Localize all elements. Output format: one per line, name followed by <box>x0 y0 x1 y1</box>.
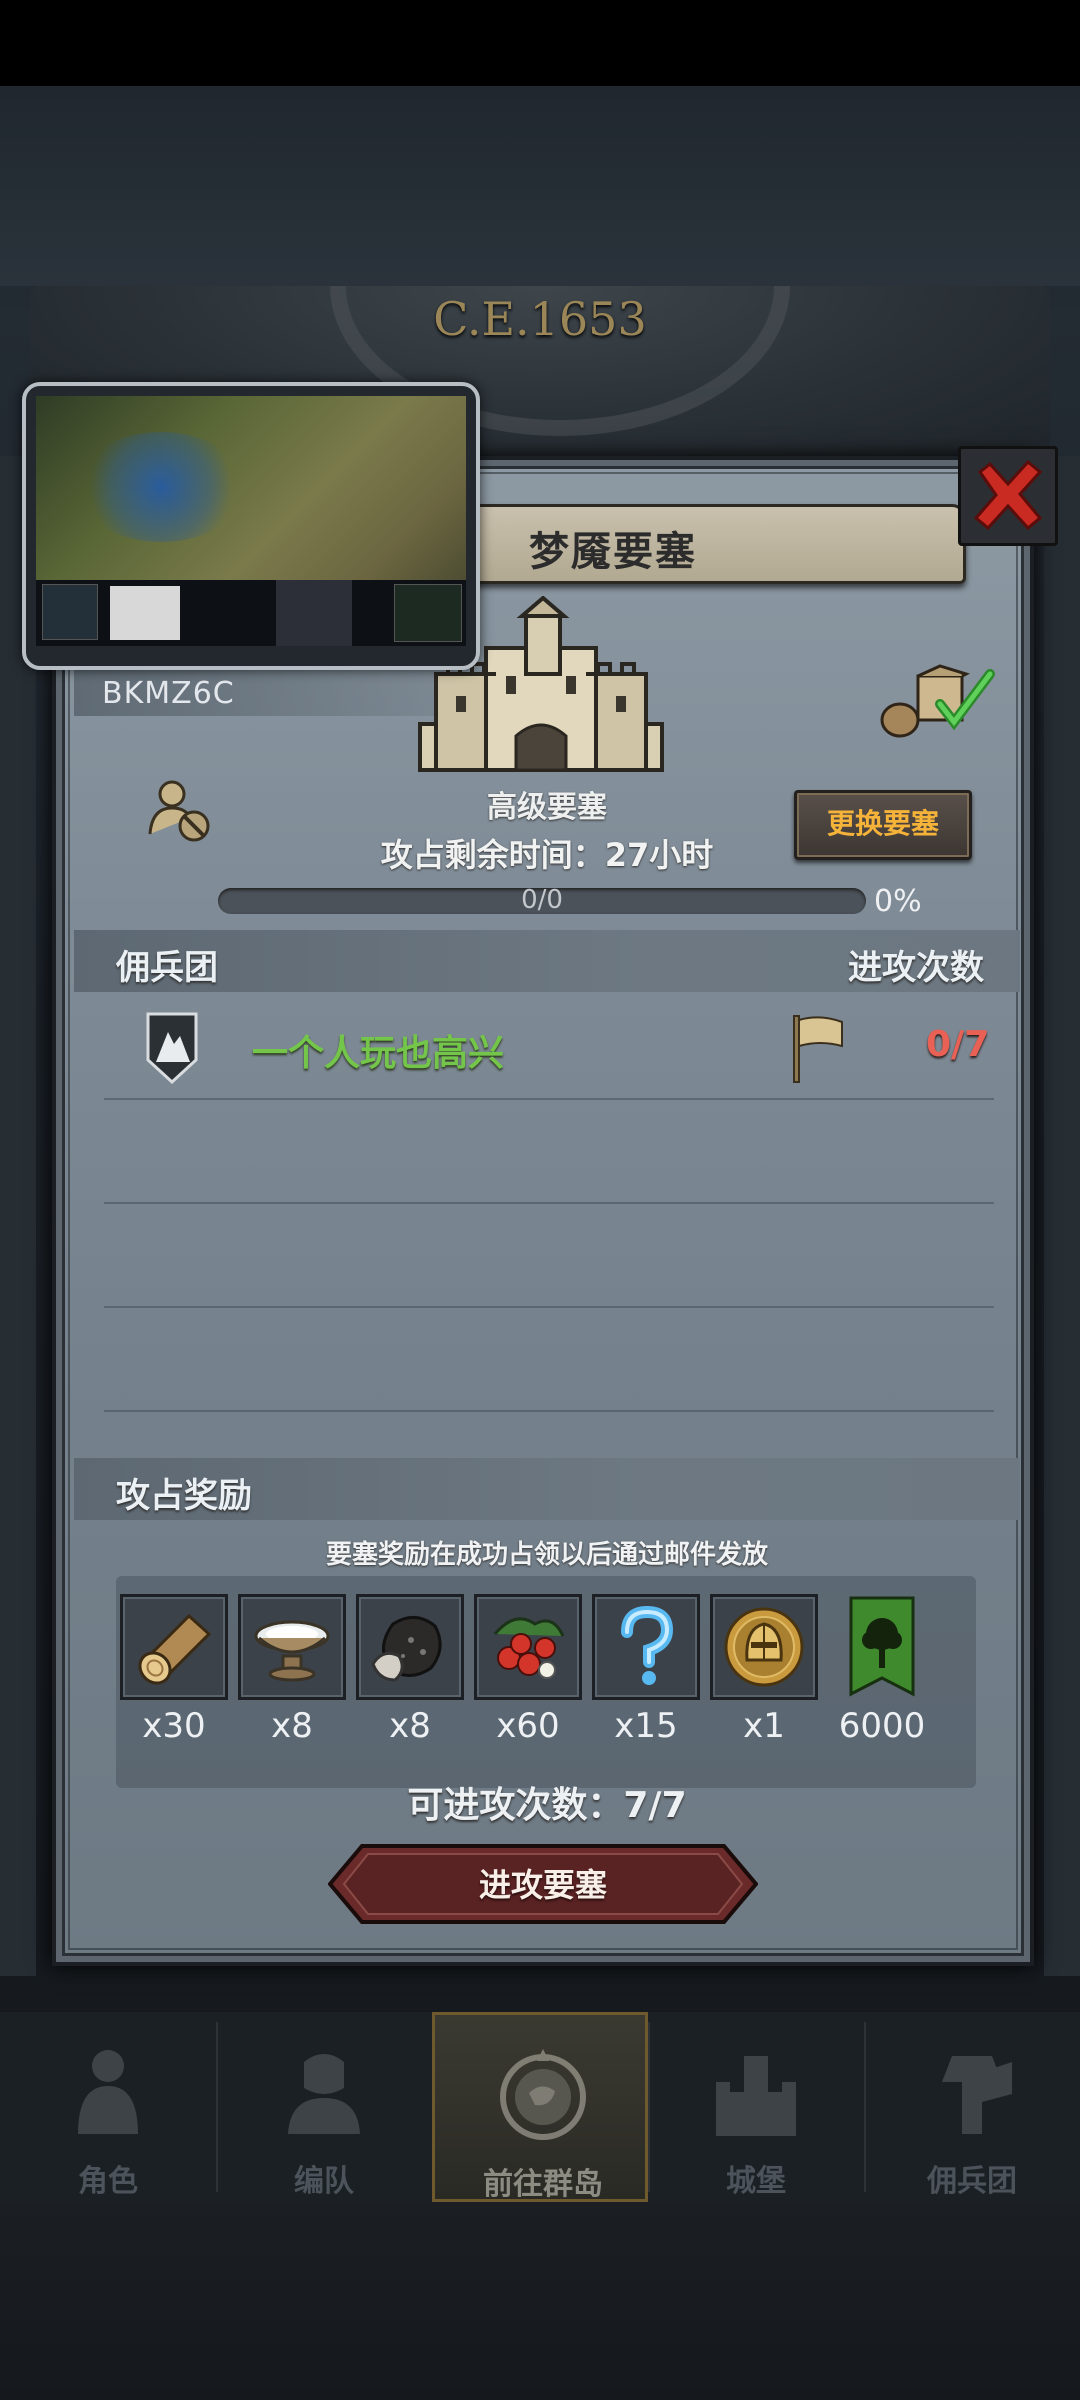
reward-item[interactable]: x8 <box>238 1594 346 1746</box>
nav-label: 前往群岛 <box>483 2167 603 2202</box>
video-hud <box>36 580 466 646</box>
guild-name: 一个人玩也高兴 <box>252 1033 505 1074</box>
progress-text: 0/0 <box>521 885 563 915</box>
nav-formation[interactable]: 编队 <box>216 2012 432 2202</box>
reward-item[interactable]: x8 <box>356 1594 464 1746</box>
video-units <box>76 432 246 542</box>
knight-helmet-coin-icon <box>724 1607 804 1687</box>
reward-qty: x60 <box>496 1706 560 1746</box>
reward-qty: 6000 <box>838 1706 926 1746</box>
reward-list: x30 x8 x8 x60 x15 x1 6000 <box>116 1576 976 1788</box>
video-face <box>276 580 352 646</box>
top-band <box>0 86 1080 286</box>
bottom-area <box>0 2202 1080 2400</box>
reward-note: 要塞奖励在成功占领以后通过邮件发放 <box>325 1540 768 1570</box>
reward-item[interactable]: x15 <box>592 1594 700 1746</box>
time-label: 攻占剩余时间： <box>380 836 605 874</box>
attack-fortress-button[interactable]: 进攻要塞 <box>328 1842 758 1926</box>
guild-attack-count: 0/7 <box>926 1024 990 1065</box>
castle-nav-icon <box>716 2056 796 2136</box>
rewards-header: 攻占奖励 <box>74 1458 1020 1520</box>
mercenary-row[interactable]: 一个人玩也高兴 0/7 <box>74 1000 1020 1098</box>
reward-item[interactable]: x1 <box>710 1594 818 1746</box>
tree-banner-icon <box>849 1596 915 1697</box>
compass-icon <box>500 2049 586 2140</box>
nav-mercenary[interactable]: 佣兵团 <box>864 2012 1080 2202</box>
wood-log-icon <box>138 1613 212 1685</box>
row-divider <box>104 1202 994 1204</box>
bottom-navigation: 角色 编队 前往群岛 城堡 佣兵团 <box>0 2012 1080 2202</box>
remaining-attacks: 可进攻次数：7/7 <box>56 1776 1038 1828</box>
row-divider <box>104 1306 994 1308</box>
title-plaque: 梦魇要塞 <box>456 504 966 584</box>
remaining-attacks-value: 7/7 <box>623 1785 687 1826</box>
nav-label: 角色 <box>78 2164 138 2199</box>
mystery-question-icon <box>621 1605 674 1685</box>
time-value: 27小时 <box>604 836 714 874</box>
berries-icon <box>493 1617 565 1679</box>
video-cam <box>110 586 180 640</box>
reward-qty: x1 <box>743 1706 785 1746</box>
character-icon <box>78 2050 138 2134</box>
reward-qty: x8 <box>271 1706 313 1746</box>
side-frame-left <box>0 456 36 1976</box>
fortress-panel: 梦魇要塞 BKMZ6C 高级要塞 攻占剩余时间：27小时 更换要塞 0/0 0%… <box>52 446 1058 1966</box>
row-divider <box>104 1410 994 1412</box>
nav-archipelago[interactable]: 前往群岛 <box>432 2012 648 2202</box>
remaining-attacks-label: 可进攻次数： <box>407 1785 624 1826</box>
nav-character[interactable]: 角色 <box>0 2012 216 2202</box>
stone-ore-icon <box>371 1616 442 1682</box>
reward-item[interactable]: x60 <box>474 1594 582 1746</box>
rewards-header-title: 攻占奖励 <box>116 1476 252 1516</box>
side-frame-right <box>1044 456 1080 1976</box>
row-divider <box>104 1098 994 1100</box>
fortress-id: BKMZ6C <box>102 676 235 711</box>
reward-qty: x15 <box>614 1706 678 1746</box>
swap-fortress-button[interactable]: 更换要塞 <box>794 790 972 860</box>
nav-label: 编队 <box>294 2164 354 2199</box>
close-button[interactable] <box>958 446 1058 546</box>
video-content <box>36 396 466 646</box>
close-icon <box>973 459 1043 531</box>
mercenary-header-title: 佣兵团 <box>116 948 218 988</box>
video-minimap <box>42 584 98 640</box>
loot-collected-icon[interactable] <box>878 664 998 740</box>
fortress-title: 梦魇要塞 <box>529 529 697 575</box>
nav-label: 佣兵团 <box>927 2164 1017 2199</box>
attack-button-label: 进攻要塞 <box>478 1866 607 1904</box>
reward-qty: x30 <box>142 1706 206 1746</box>
nav-castle[interactable]: 城堡 <box>648 2012 864 2202</box>
capture-progress-bar: 0/0 <box>218 885 866 915</box>
year-label: C.E.1653 <box>433 292 647 346</box>
guild-emblem-icon <box>146 1012 198 1084</box>
flag-icon <box>793 1015 843 1083</box>
reward-item[interactable]: x30 <box>120 1594 228 1746</box>
mercenary-header: 佣兵团 进攻次数 <box>74 930 1020 992</box>
formation-icon <box>288 2054 360 2134</box>
nav-label: 城堡 <box>726 2164 786 2199</box>
video-map <box>394 584 462 642</box>
status-bar <box>0 0 1080 86</box>
reward-item[interactable]: 6000 <box>828 1594 936 1746</box>
reward-qty: x8 <box>389 1706 431 1746</box>
mercenary-icon <box>942 2056 1012 2134</box>
progress-percent: 0% <box>874 884 922 919</box>
video-overlay[interactable] <box>22 382 480 670</box>
milk-bowl-icon <box>254 1620 330 1682</box>
attack-count-header: 进攻次数 <box>848 948 984 988</box>
